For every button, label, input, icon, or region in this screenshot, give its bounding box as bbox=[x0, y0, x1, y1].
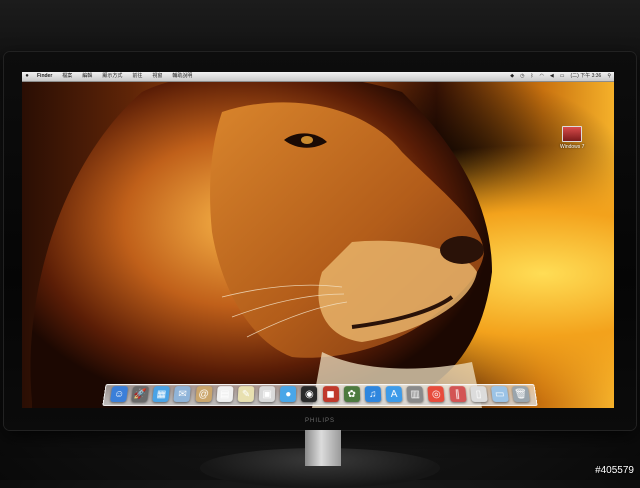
mission-control-icon[interactable]: ▦ bbox=[152, 386, 171, 402]
menu-item-edit[interactable]: 編輯 bbox=[77, 72, 97, 81]
chrome-icon[interactable]: ◎ bbox=[427, 386, 445, 402]
spotlight-icon[interactable]: ⚲ bbox=[604, 72, 614, 81]
lion-nose bbox=[440, 236, 484, 264]
boot-camp-icon[interactable]: ▥ bbox=[406, 386, 424, 402]
desktop-icon-label: Windows 7 bbox=[560, 144, 585, 150]
downloads-folder-icon[interactable]: ▭ bbox=[490, 386, 509, 402]
facetime-icon[interactable]: ◉ bbox=[301, 386, 318, 402]
menu-item-file[interactable]: 檔案 bbox=[57, 72, 77, 81]
wifi-icon[interactable]: ◠ bbox=[537, 72, 547, 81]
background-wall bbox=[0, 0, 640, 60]
menu-clock[interactable]: (二) 下午 3:36 bbox=[567, 72, 604, 81]
dock: ☺ 🚀 ▦ ✉ @ ▤ ✎ ▣ ● ◉ ◼ ✿ ♫ A ▥ ◎ ∥ ▯ ▭ 🗑 bbox=[102, 384, 538, 406]
volume-icon[interactable]: ◀ bbox=[547, 72, 557, 81]
launchpad-icon[interactable]: 🚀 bbox=[131, 386, 150, 402]
desktop-screen: ● Finder 檔案 編輯 顯示方式 前往 視窗 輔助說明 ◆ ◷ ᛒ ◠ ◀… bbox=[22, 72, 614, 408]
bluetooth-icon[interactable]: ᛒ bbox=[528, 72, 537, 81]
calendar-icon[interactable]: ▤ bbox=[216, 386, 234, 402]
lion-wallpaper bbox=[30, 72, 492, 408]
desktop-icon-windows7[interactable]: Windows 7 bbox=[560, 126, 584, 150]
menu-item-help[interactable]: 輔助說明 bbox=[167, 72, 197, 81]
menu-item-go[interactable]: 前往 bbox=[127, 72, 147, 81]
app-store-icon[interactable]: A bbox=[385, 386, 403, 402]
parallels-icon[interactable]: ∥ bbox=[448, 386, 467, 402]
monitor-brand-label: PHILIPS bbox=[304, 418, 335, 424]
battery-icon[interactable]: ▭ bbox=[557, 72, 568, 81]
menu-item-window[interactable]: 視窗 bbox=[147, 72, 167, 81]
documents-stack-icon[interactable]: ▯ bbox=[469, 386, 488, 402]
address-book-icon[interactable]: @ bbox=[195, 386, 213, 402]
messages-icon[interactable]: ● bbox=[280, 386, 297, 402]
clock-icon[interactable]: ◷ bbox=[517, 72, 527, 81]
apple-icon[interactable]: ● bbox=[22, 72, 32, 81]
dropbox-icon[interactable]: ◆ bbox=[507, 72, 517, 81]
mail-icon[interactable]: ✉ bbox=[173, 386, 192, 402]
preview-icon[interactable]: ▣ bbox=[258, 386, 276, 402]
itunes-icon[interactable]: ♫ bbox=[364, 386, 382, 402]
windows7-drive-icon bbox=[562, 126, 582, 142]
finder-icon[interactable]: ☺ bbox=[109, 386, 129, 402]
menu-item-finder[interactable]: Finder bbox=[32, 72, 57, 81]
iphoto-icon[interactable]: ✿ bbox=[343, 386, 360, 402]
watermark-id: #405579 bbox=[595, 465, 634, 476]
menu-bar: ● Finder 檔案 編輯 顯示方式 前往 視窗 輔助說明 ◆ ◷ ᛒ ◠ ◀… bbox=[22, 72, 614, 82]
trash-icon[interactable]: 🗑 bbox=[511, 386, 530, 402]
menu-item-view[interactable]: 顯示方式 bbox=[97, 72, 127, 81]
monitor-stand-neck bbox=[305, 430, 341, 466]
photobooth-icon[interactable]: ◼ bbox=[322, 386, 339, 402]
notes-icon[interactable]: ✎ bbox=[237, 386, 255, 402]
